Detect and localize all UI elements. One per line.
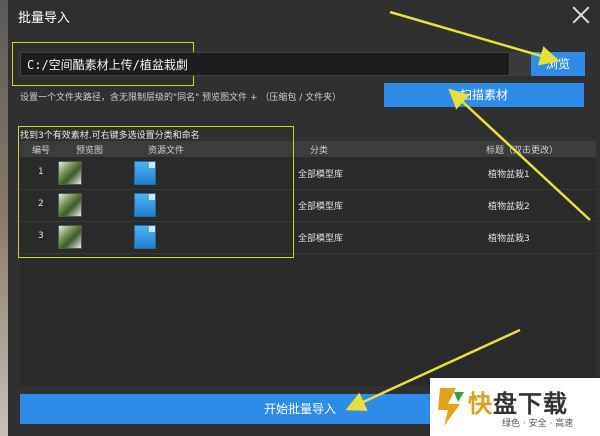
folder-path-input[interactable]: C:/空间酷素材上传/植盆栽劇 [20, 52, 510, 76]
header-title: 标题（双击更改） [486, 146, 559, 156]
browse-button[interactable]: 浏览 [531, 52, 585, 76]
header-category: 分类 [310, 146, 329, 156]
row-title[interactable]: 植物盆栽3 [488, 231, 530, 244]
download-logo-icon [438, 388, 464, 426]
row-title[interactable]: 植物盆栽1 [488, 167, 530, 180]
folder-path-value: C:/空间酷素材上传/植盆栽劇 [27, 58, 188, 72]
title-bar: 批量导入 [8, 0, 600, 32]
table-highlight-box [18, 126, 294, 258]
watermark-text: 快盘下载 [468, 390, 568, 418]
close-icon[interactable] [568, 2, 594, 28]
row-category[interactable]: 全部模型库 [298, 167, 343, 180]
batch-import-dialog: 批量导入 C:/空间酷素材上传/植盆栽劇 浏览 设置一个文件夹路径，含无限制层级… [8, 0, 600, 436]
row-title[interactable]: 植物盆栽2 [488, 199, 530, 212]
row-category[interactable]: 全部模型库 [298, 231, 343, 244]
path-hint: 设置一个文件夹路径，含无限制层级的"同名" 预览图文件 + （压缩包 / 文件夹… [20, 93, 342, 103]
watermark-logo: 快盘下载 绿色 · 安全 · 高速 [430, 378, 600, 436]
watermark-subtitle: 绿色 · 安全 · 高速 [502, 419, 574, 429]
dialog-title: 批量导入 [18, 11, 71, 26]
scan-button[interactable]: 扫描素材 [384, 83, 584, 107]
row-category[interactable]: 全部模型库 [298, 199, 343, 212]
